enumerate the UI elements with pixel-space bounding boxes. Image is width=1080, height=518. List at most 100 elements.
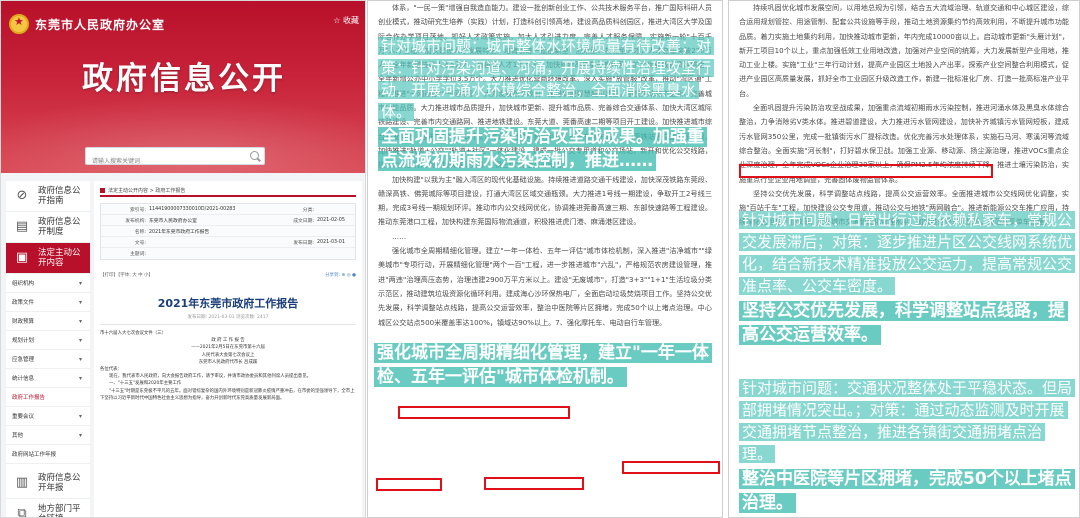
subitem-label: 重要会议 (12, 414, 35, 420)
sidebar-subitem[interactable]: 应急管理 ▾ (6, 350, 90, 369)
site-name[interactable]: 东莞市人民政府办公室 (35, 16, 165, 33)
location-icon (100, 187, 105, 193)
share-buttons[interactable]: 分享到: ⊕ ◎ ● (325, 272, 356, 278)
document-list-icon: ▤ (15, 219, 29, 234)
chevron-down-icon: ▾ (78, 412, 82, 420)
doc-paragraph: 一、"十三五"发展和2020年主要工作 (109, 381, 182, 387)
compass-icon: ⊘ (16, 188, 28, 203)
report-icon: ▥ (15, 475, 29, 490)
overlay-bold-text: 整治中医院等片区拥堵，完成50个以上堵点治理。 (739, 469, 1075, 513)
sidebar: ⊘ 政府信息公开指南 ▤ 政府信息公开制度 ▣ 法定主动公开内容 组织机构 ▾ 政… (6, 181, 90, 518)
breadcrumb-text[interactable]: 法定主动公开内容 > 政府工作报告 (108, 187, 185, 194)
report-excerpt-panel-1: 体系，"一民一策"增强自我造血能力。建设一批创新创业工作、公共技术服务平台，推广… (367, 0, 723, 518)
sidebar-subitem[interactable]: 规划计划 ▾ (6, 331, 90, 350)
gov-site-panel: 东莞市人民政府办公室 ☆ 收藏 政府信息公开 ⊘ 政府信息公开指南 ▤ 政府信息… (0, 0, 366, 518)
article-body: 市十六届人大七次会议文件（三） 政 府 工 作 报 告 ——2021年2月5日在… (100, 330, 356, 402)
highlight-box (376, 478, 442, 491)
report-excerpt-panel-2: 持续巩固优化城市发展空间，以用地总规为引领，结合五大流域治理、轨道交通和中心城区… (728, 0, 1080, 518)
sidebar-subitem[interactable]: 政府网站工作年报 (6, 445, 90, 464)
meta-key: 发布日期: (293, 240, 314, 246)
highlight-box (398, 406, 570, 419)
meta-value: 11441900007330010D/2021-00283 (149, 206, 236, 212)
meta-value: 2021-03-01 (317, 239, 345, 245)
overlay-bold-text: 强化城市全周期精细化管理，建立"一年一体检、五年一评估"城市体检机制。 (374, 343, 712, 387)
doc-line: 各位代表： (100, 367, 122, 373)
highlight-box (622, 461, 720, 474)
meta-value: 2021-02-05 (317, 217, 345, 223)
meta-key: 索引号: (129, 207, 146, 213)
favorite-link[interactable]: ☆ 收藏 (333, 15, 359, 26)
sidebar-item-label: 地方部门平台链接 (38, 504, 81, 517)
sidebar-item-label: 政府信息公开制度 (38, 217, 81, 237)
article-title: 2021年东莞市政府工作报告 (157, 297, 299, 310)
subitem-label: 规划计划 (12, 338, 35, 344)
meta-value: 东莞市人民政府办公室 (149, 218, 197, 224)
meta-key: 名称: (134, 229, 146, 235)
search-icon[interactable] (250, 151, 259, 160)
overlay-text: 针对城市问题：交通状况整体处于平稳状态。但局部拥堵情况突出。；对策：通过动态监测… (739, 379, 1076, 463)
report-paragraph: …… (392, 231, 407, 241)
doc-line: 政 府 工 作 报 告 (211, 338, 245, 344)
sidebar-subitem[interactable]: 其他 ▾ (6, 426, 90, 445)
subitem-label: 统计信息 (12, 376, 35, 382)
chevron-down-icon: ▾ (78, 298, 82, 306)
report-paragraph: 强化城市全周期精细化管理。建立"一年一体检、五年一评估"城市体检机制，深入推进"… (378, 246, 712, 327)
subitem-label: 政策文件 (12, 300, 35, 306)
sidebar-subitem[interactable]: 财政预算 ▾ (6, 312, 90, 331)
analysis-overlay-water: 针对城市问题：城市整体水环境质量有待改善；对策：针对污染河道、河涌，开展持续性治… (378, 35, 716, 173)
report-paragraph: 持续巩固优化城市发展空间，以用地总规为引领，结合五大流域治理、轨道交通和中心城区… (739, 3, 1069, 98)
sidebar-subitem[interactable]: 组织机构 ▾ (6, 274, 90, 293)
chevron-down-icon: ▾ (78, 355, 82, 363)
sidebar-item-annual-report[interactable]: ▥ 政府信息公开年报 (6, 468, 90, 499)
search-input[interactable] (86, 154, 236, 170)
folder-icon: ▣ (15, 250, 29, 265)
meta-key: 成文日期: (293, 218, 314, 224)
doc-line: ——2021年2月5日在东莞市第十六届 (191, 345, 265, 351)
sidebar-item-content[interactable]: ▣ 法定主动公开内容 (6, 243, 90, 274)
banner-title: 政府信息公开 (82, 61, 286, 97)
subitem-label: 应急管理 (12, 357, 35, 363)
overlay-bold-text: 坚持公交优先发展，科学调整站点线路，提高公交运营效率。 (739, 301, 1068, 345)
analysis-overlay-management: 强化城市全周期精细化管理，建立"一年一体检、五年一评估"城市体检机制。 (374, 341, 718, 389)
doc-paragraph: 现在，我代表市人民政府，向大会报告政府工作，请予审议，并请市政协委员和其他列席人… (109, 374, 311, 380)
sidebar-subitem[interactable]: 统计信息 ▾ (6, 369, 90, 388)
overlay-text: 针对城市问题：城市整体水环境质量有待改善；对策：针对污染河道、河涌，开展持续性治… (378, 37, 715, 121)
meta-key: 主题词: (129, 252, 146, 257)
metadata-table: 索引号: 11441900007330010D/2021-00283 分类: 发布机… (100, 203, 356, 260)
doc-line: 人民代表大会第七次会议上 (201, 352, 255, 358)
sidebar-item-label: 法定主动公开内容 (38, 248, 81, 268)
meta-key: 发布机构: (125, 218, 146, 224)
chevron-down-icon: ▾ (78, 374, 82, 382)
chevron-down-icon: ▾ (78, 317, 82, 325)
search-box (85, 147, 265, 170)
subitem-label: 财政预算 (12, 319, 35, 325)
doc-line: 东莞市人民政府代市长 吕成蹊 (198, 359, 258, 365)
doc-paragraph: "十三五"时期是东莞极不平凡的五年。面对错综复杂的国内外环境特别是新冠肺炎疫情严… (100, 388, 355, 401)
sidebar-subitem[interactable]: 政策文件 ▾ (6, 293, 90, 312)
subitem-label: 政府网站工作年报 (12, 452, 57, 458)
link-icon: ⧉ (17, 506, 27, 518)
article-toolbar: 【打印】【字体: 大 中 小】 分享到: ⊕ ◎ ● (100, 272, 356, 278)
meta-value: 2021年东莞市政府工作报告 (149, 229, 210, 235)
print-font-controls[interactable]: 【打印】【字体: 大 中 小】 (100, 272, 153, 278)
report-paragraph: 加快构建"以我为主"融入湾区的现代化基础设施。持续推进道路交通干线建设，加快深茂… (378, 174, 712, 227)
site-header: 东莞市人民政府办公室 ☆ 收藏 政府信息公开 (1, 1, 365, 173)
meta-key: 分类: (302, 207, 314, 213)
report-text: 持续巩固优化城市发展空间，以用地总规为引领，结合五大流域治理、轨道交通和中心城区… (729, 1, 1079, 230)
meta-key: 文号: (134, 240, 146, 246)
article-content: 法定主动公开内容 > 政府工作报告 索引号: 11441900007330010D… (94, 181, 362, 517)
sidebar-item-label: 政府信息公开年报 (38, 473, 81, 493)
overlay-bold-text: 全面巩固提升污染防治攻坚战成果。加强重点流域初期雨水污染控制，推进…… (378, 127, 707, 171)
doc-line: 市十六届人大七次会议文件（三） (100, 331, 166, 336)
subitem-label: 其他 (12, 433, 24, 439)
subitem-label: 组织机构 (12, 281, 35, 287)
chevron-down-icon: ▾ (78, 336, 82, 344)
sidebar-item-system[interactable]: ▤ 政府信息公开制度 (6, 212, 90, 243)
sidebar-item-label: 政府信息公开指南 (38, 186, 81, 206)
chevron-down-icon: ▾ (78, 431, 82, 439)
sidebar-subitem[interactable]: 重要会议 ▾ (6, 407, 90, 426)
sidebar-subitem[interactable]: 政府工作报告 (6, 388, 90, 407)
analysis-overlay-congestion: 针对城市问题：交通状况整体处于平稳状态。但局部拥堵情况突出。；对策：通过动态监测… (739, 377, 1076, 515)
sidebar-item-links[interactable]: ⧉ 地方部门平台链接 (6, 499, 90, 518)
sidebar-item-guide[interactable]: ⊘ 政府信息公开指南 (6, 181, 90, 212)
